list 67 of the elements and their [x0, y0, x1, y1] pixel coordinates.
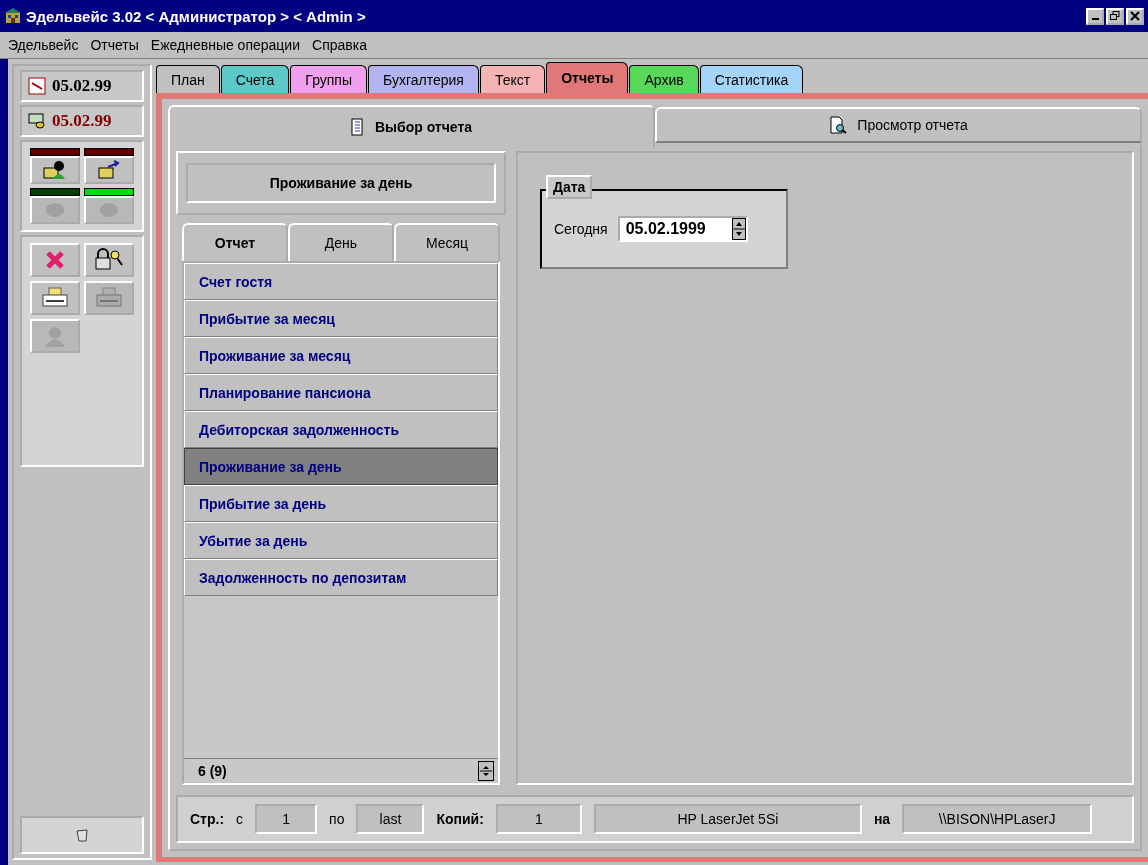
tab[interactable]: Счета [220, 65, 290, 93]
tab[interactable]: Бухгалтерия [368, 65, 479, 93]
menu-item[interactable]: Ежедневные операции [150, 37, 300, 53]
input-field[interactable]: 1 [495, 804, 582, 834]
field-label: Сегодня [554, 221, 608, 237]
tab[interactable]: Выбор отчета [168, 105, 655, 147]
report-list-item[interactable]: Планирование пансиона [184, 374, 498, 411]
input-field[interactable]: last [356, 804, 425, 834]
report-list-item[interactable]: Прибытие за месяц [184, 300, 498, 337]
preview-icon [829, 116, 848, 134]
report-title: Проживание за день [186, 163, 496, 203]
mail-send-icon [96, 159, 122, 181]
field-label: по [329, 811, 345, 827]
spin-button[interactable] [478, 761, 494, 781]
spin-icon [731, 218, 746, 240]
date-text: 05.02.99 [52, 111, 112, 131]
tab[interactable]: Группы [290, 65, 367, 93]
restore-icon [1110, 11, 1120, 21]
group-title: Дата [546, 175, 593, 199]
toolbar-button[interactable] [84, 156, 134, 184]
minimize-icon [1091, 18, 1099, 20]
field-label: на [873, 811, 891, 827]
port-field[interactable]: \\BISON\HPLaserJ [902, 804, 1093, 834]
tab[interactable]: Статистика [699, 65, 804, 93]
field-label: Копий: [436, 811, 484, 827]
report-list-item[interactable]: Счет гостя [184, 263, 498, 300]
trash-icon [74, 827, 90, 843]
report-list-item[interactable]: Убытие за день [184, 522, 498, 559]
close-button[interactable] [1126, 7, 1144, 25]
printer-icon [94, 286, 124, 310]
menu-item[interactable]: Эдельвейс [8, 37, 79, 53]
restore-button[interactable] [1106, 7, 1124, 25]
date-field[interactable]: 05.02.1999 [617, 216, 748, 242]
report-list-item[interactable]: Задолженность по депозитам [184, 559, 498, 596]
printer-icon [40, 286, 70, 310]
report-list-item[interactable]: Проживание за месяц [184, 337, 498, 374]
up-down-icon [480, 763, 492, 779]
tab[interactable]: Отчет [182, 223, 288, 261]
tab[interactable]: План [156, 65, 220, 93]
date-text: 05.02.99 [52, 76, 112, 96]
tab[interactable]: Архив [629, 65, 699, 93]
mail-person-icon [42, 159, 68, 181]
tab[interactable]: Текст [479, 65, 546, 93]
menu-item[interactable]: Справка [312, 37, 367, 53]
printer-field[interactable]: HP LaserJet 5Si [593, 804, 862, 834]
minimize-button[interactable] [1086, 7, 1104, 25]
lock-key-icon [94, 248, 124, 272]
report-list-item[interactable]: Прибытие за день [184, 485, 498, 522]
toolbar-button[interactable] [84, 243, 134, 277]
toolbar-button[interactable] [30, 281, 80, 315]
menu-item[interactable]: Отчеты [90, 37, 139, 53]
tab[interactable]: День [288, 223, 394, 261]
record-counter: 6 (9) [198, 763, 227, 779]
input-field[interactable]: 1 [255, 804, 318, 834]
tab[interactable]: Отчеты [546, 62, 629, 93]
toolbar-button[interactable] [30, 156, 80, 184]
building-icon [4, 7, 22, 25]
tab[interactable]: Месяц [394, 223, 500, 261]
tab[interactable]: Просмотр отчета [655, 107, 1142, 143]
field-label: Стр.: [190, 811, 225, 827]
coins-icon [28, 112, 46, 130]
window-title: Эдельвейс 3.02 < Администратор > < Admin > [26, 7, 366, 25]
book-icon [350, 118, 365, 136]
close-icon [1130, 11, 1140, 21]
report-list-item[interactable]: Проживание за день [184, 448, 498, 485]
field-label: с [236, 811, 244, 827]
report-list-item[interactable]: Дебиторская задолженность [184, 411, 498, 448]
